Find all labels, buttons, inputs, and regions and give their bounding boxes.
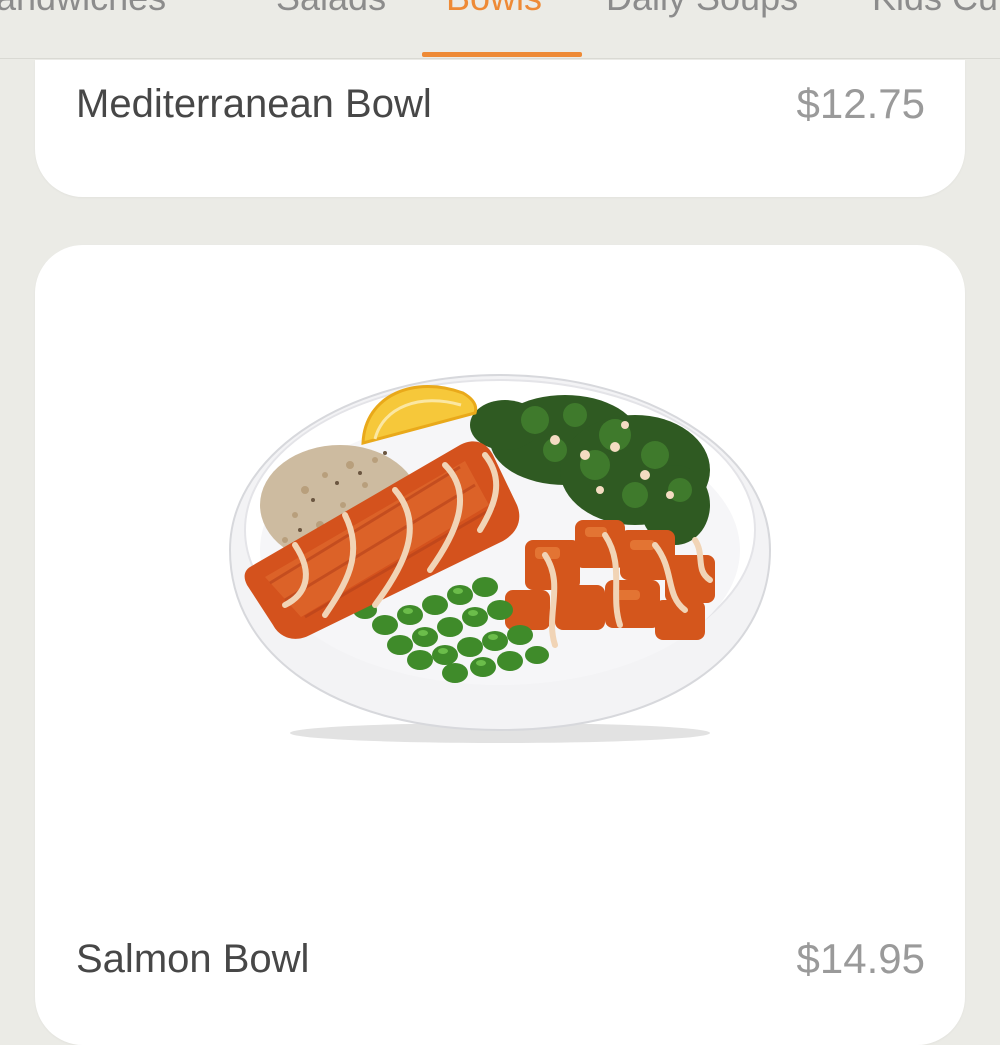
tab-sandwiches[interactable]: Sandwiches: [0, 0, 166, 18]
active-tab-indicator: [422, 52, 582, 57]
tab-bowls[interactable]: Bowls: [446, 0, 542, 18]
tab-kids-cups[interactable]: Kids Cu: [872, 0, 998, 18]
item-name: Mediterranean Bowl: [76, 82, 432, 126]
menu-item-card-mediterranean-bowl[interactable]: Mediterranean Bowl $12.75: [35, 60, 965, 197]
item-price: $14.95: [796, 935, 925, 982]
category-tab-bar: Sandwiches Salads Bowls Daily Soups Kids…: [0, 0, 1000, 59]
menu-item-card-salmon-bowl[interactable]: Salmon Bowl $14.95: [35, 245, 965, 1045]
tab-salads[interactable]: Salads: [276, 0, 386, 18]
item-price: $12.75: [796, 80, 925, 127]
tab-daily-soups[interactable]: Daily Soups: [606, 0, 798, 18]
salmon-bowl-photo: [228, 373, 772, 743]
item-name: Salmon Bowl: [76, 937, 310, 981]
